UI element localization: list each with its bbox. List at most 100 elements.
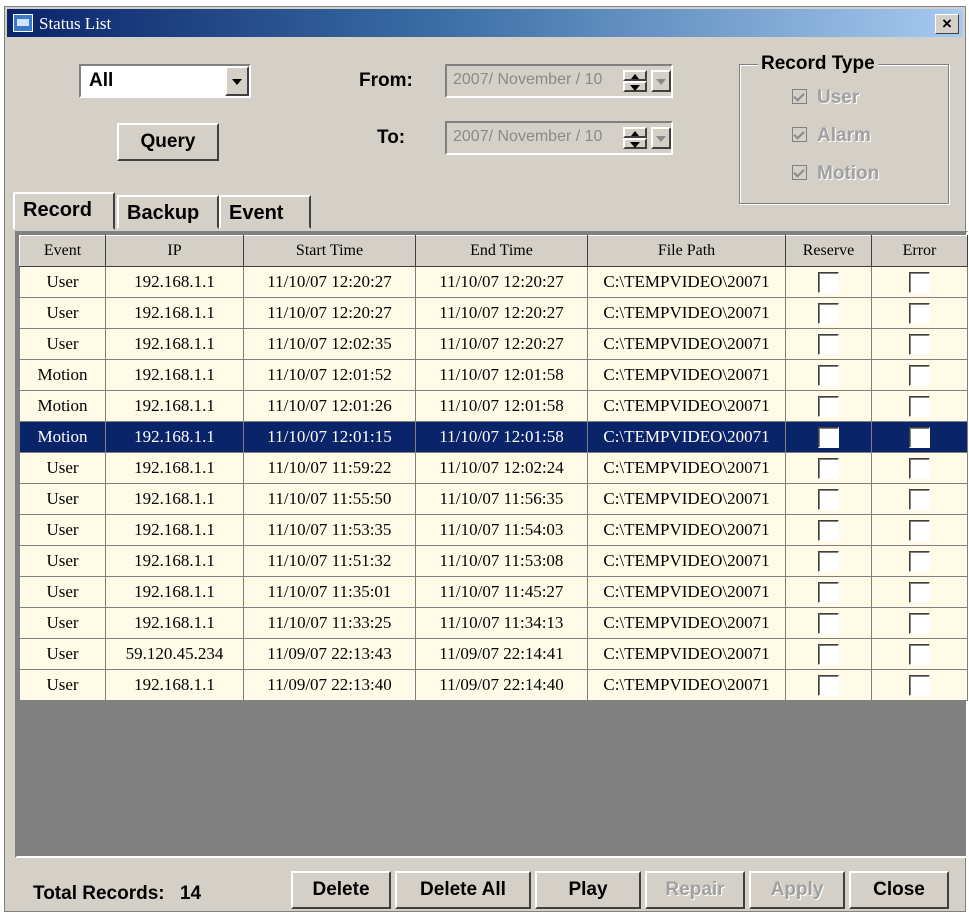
reserve-checkbox[interactable]: [818, 333, 839, 355]
to-date-dropdown-button[interactable]: [651, 127, 671, 149]
reserve-checkbox[interactable]: [818, 643, 839, 665]
reserve-checkbox[interactable]: [818, 364, 839, 386]
table-row[interactable]: User 192.168.1.1 11/10/07 11:55:50 11/10/07…: [19, 483, 968, 515]
reserve-checkbox[interactable]: [818, 612, 839, 634]
column-header-file-path[interactable]: File Path: [587, 235, 786, 267]
spin-down-icon: [630, 141, 640, 148]
error-checkbox[interactable]: [909, 395, 930, 417]
error-checkbox[interactable]: [909, 426, 930, 448]
to-date-spinner[interactable]: [623, 127, 649, 149]
cell-ip: 59.120.45.234: [105, 638, 244, 670]
table-row[interactable]: User 192.168.1.1 11/10/07 11:59:22 11/10/07…: [19, 452, 968, 484]
tab-event[interactable]: Event: [219, 195, 311, 229]
record-type-user[interactable]: User: [792, 87, 859, 109]
table-row[interactable]: User 192.168.1.1 11/09/07 22:13:40 11/09/07…: [19, 669, 968, 701]
table-row[interactable]: User 59.120.45.234 11/09/07 22:13:43 11/09/…: [19, 638, 968, 670]
reserve-checkbox[interactable]: [818, 519, 839, 541]
column-header-ip[interactable]: IP: [105, 235, 244, 267]
apply-button-label: Apply: [770, 879, 824, 900]
table-row[interactable]: User 192.168.1.1 11/10/07 11:35:01 11/10/07…: [19, 576, 968, 608]
spin-up-button[interactable]: [623, 127, 647, 138]
cell-start-time: 11/10/07 12:02:35: [243, 328, 416, 360]
cell-start-time: 11/10/07 11:35:01: [243, 576, 416, 608]
play-button[interactable]: Play: [535, 871, 641, 909]
cell-reserve: [785, 359, 872, 391]
query-button-label: Query: [140, 131, 196, 152]
table-row[interactable]: User 192.168.1.1 11/10/07 11:33:25 11/10/07…: [19, 607, 968, 639]
reserve-checkbox[interactable]: [818, 395, 839, 417]
table-row[interactable]: Motion 192.168.1.1 11/10/07 12:01:52 11/10/…: [19, 359, 968, 391]
cell-end-time: 11/10/07 12:01:58: [415, 421, 588, 453]
tab-backup[interactable]: Backup: [117, 195, 219, 229]
spin-down-button[interactable]: [623, 81, 647, 92]
event-type-value: All: [89, 70, 114, 91]
column-header-start-time[interactable]: Start Time: [243, 235, 416, 267]
cell-end-time: 11/10/07 12:20:27: [415, 266, 588, 298]
column-header-event[interactable]: Event: [19, 235, 106, 267]
alarm-checkbox[interactable]: [792, 127, 807, 142]
cell-event: Motion: [19, 390, 106, 422]
cell-file-path: C:\TEMPVIDEO\20071: [587, 452, 786, 484]
cell-end-time: 11/10/07 12:01:58: [415, 359, 588, 391]
delete-button[interactable]: Delete: [291, 871, 391, 909]
table-row[interactable]: User 192.168.1.1 11/10/07 12:02:35 11/10/07…: [19, 328, 968, 360]
repair-button-label: Repair: [665, 879, 725, 900]
event-type-dropdown-button[interactable]: [225, 66, 249, 96]
reserve-checkbox[interactable]: [818, 581, 839, 603]
table-row[interactable]: Motion 192.168.1.1 11/10/07 12:01:26 11/10/…: [19, 390, 968, 422]
error-checkbox[interactable]: [909, 550, 930, 572]
record-list[interactable]: Event IP Start Time End Time File Path R…: [15, 231, 968, 858]
cell-error: [871, 638, 968, 670]
error-checkbox[interactable]: [909, 581, 930, 603]
error-checkbox[interactable]: [909, 519, 930, 541]
table-row[interactable]: User 192.168.1.1 11/10/07 11:51:32 11/10/07…: [19, 545, 968, 577]
error-checkbox[interactable]: [909, 457, 930, 479]
reserve-checkbox[interactable]: [818, 674, 839, 696]
reserve-checkbox[interactable]: [818, 488, 839, 510]
from-date-dropdown-button[interactable]: [651, 70, 671, 92]
cell-reserve: [785, 514, 872, 546]
reserve-checkbox[interactable]: [818, 302, 839, 324]
cell-ip: 192.168.1.1: [105, 669, 244, 701]
tab-record[interactable]: Record: [13, 192, 115, 230]
table-row[interactable]: Motion 192.168.1.1 11/10/07 12:01:15 11/10/…: [19, 421, 968, 453]
reserve-checkbox[interactable]: [818, 457, 839, 479]
cell-reserve: [785, 483, 872, 515]
error-checkbox[interactable]: [909, 612, 930, 634]
column-header-error[interactable]: Error: [871, 235, 968, 267]
delete-all-button[interactable]: Delete All: [395, 871, 531, 909]
error-checkbox[interactable]: [909, 302, 930, 324]
table-row[interactable]: User 192.168.1.1 11/10/07 11:53:35 11/10/07…: [19, 514, 968, 546]
table-row[interactable]: User 192.168.1.1 11/10/07 12:20:27 11/10/07…: [19, 297, 968, 329]
cell-error: [871, 545, 968, 577]
record-type-alarm[interactable]: Alarm: [792, 125, 871, 147]
from-date-picker[interactable]: 2007/ November / 10: [445, 64, 673, 98]
table-row[interactable]: User 192.168.1.1 11/10/07 12:20:27 11/10/07…: [19, 266, 968, 298]
cell-ip: 192.168.1.1: [105, 576, 244, 608]
column-header-reserve[interactable]: Reserve: [785, 235, 872, 267]
query-button[interactable]: Query: [117, 123, 219, 161]
from-date-spinner[interactable]: [623, 70, 649, 92]
event-type-select[interactable]: All: [79, 64, 251, 98]
column-header-end-time[interactable]: End Time: [415, 235, 588, 267]
spin-up-button[interactable]: [623, 70, 647, 81]
error-checkbox[interactable]: [909, 271, 930, 293]
apply-button[interactable]: Apply: [749, 871, 845, 909]
error-checkbox[interactable]: [909, 488, 930, 510]
reserve-checkbox[interactable]: [818, 550, 839, 572]
error-checkbox[interactable]: [909, 643, 930, 665]
error-checkbox[interactable]: [909, 333, 930, 355]
user-checkbox[interactable]: [792, 89, 807, 104]
close-button[interactable]: Close: [849, 871, 949, 909]
repair-button[interactable]: Repair: [645, 871, 745, 909]
close-icon[interactable]: ×: [935, 14, 959, 34]
error-checkbox[interactable]: [909, 364, 930, 386]
reserve-checkbox[interactable]: [818, 271, 839, 293]
spin-down-button[interactable]: [623, 138, 647, 149]
cell-error: [871, 483, 968, 515]
record-type-motion[interactable]: Motion: [792, 163, 879, 185]
motion-checkbox[interactable]: [792, 165, 807, 180]
reserve-checkbox[interactable]: [818, 426, 839, 448]
error-checkbox[interactable]: [909, 674, 930, 696]
to-date-picker[interactable]: 2007/ November / 10: [445, 121, 673, 155]
